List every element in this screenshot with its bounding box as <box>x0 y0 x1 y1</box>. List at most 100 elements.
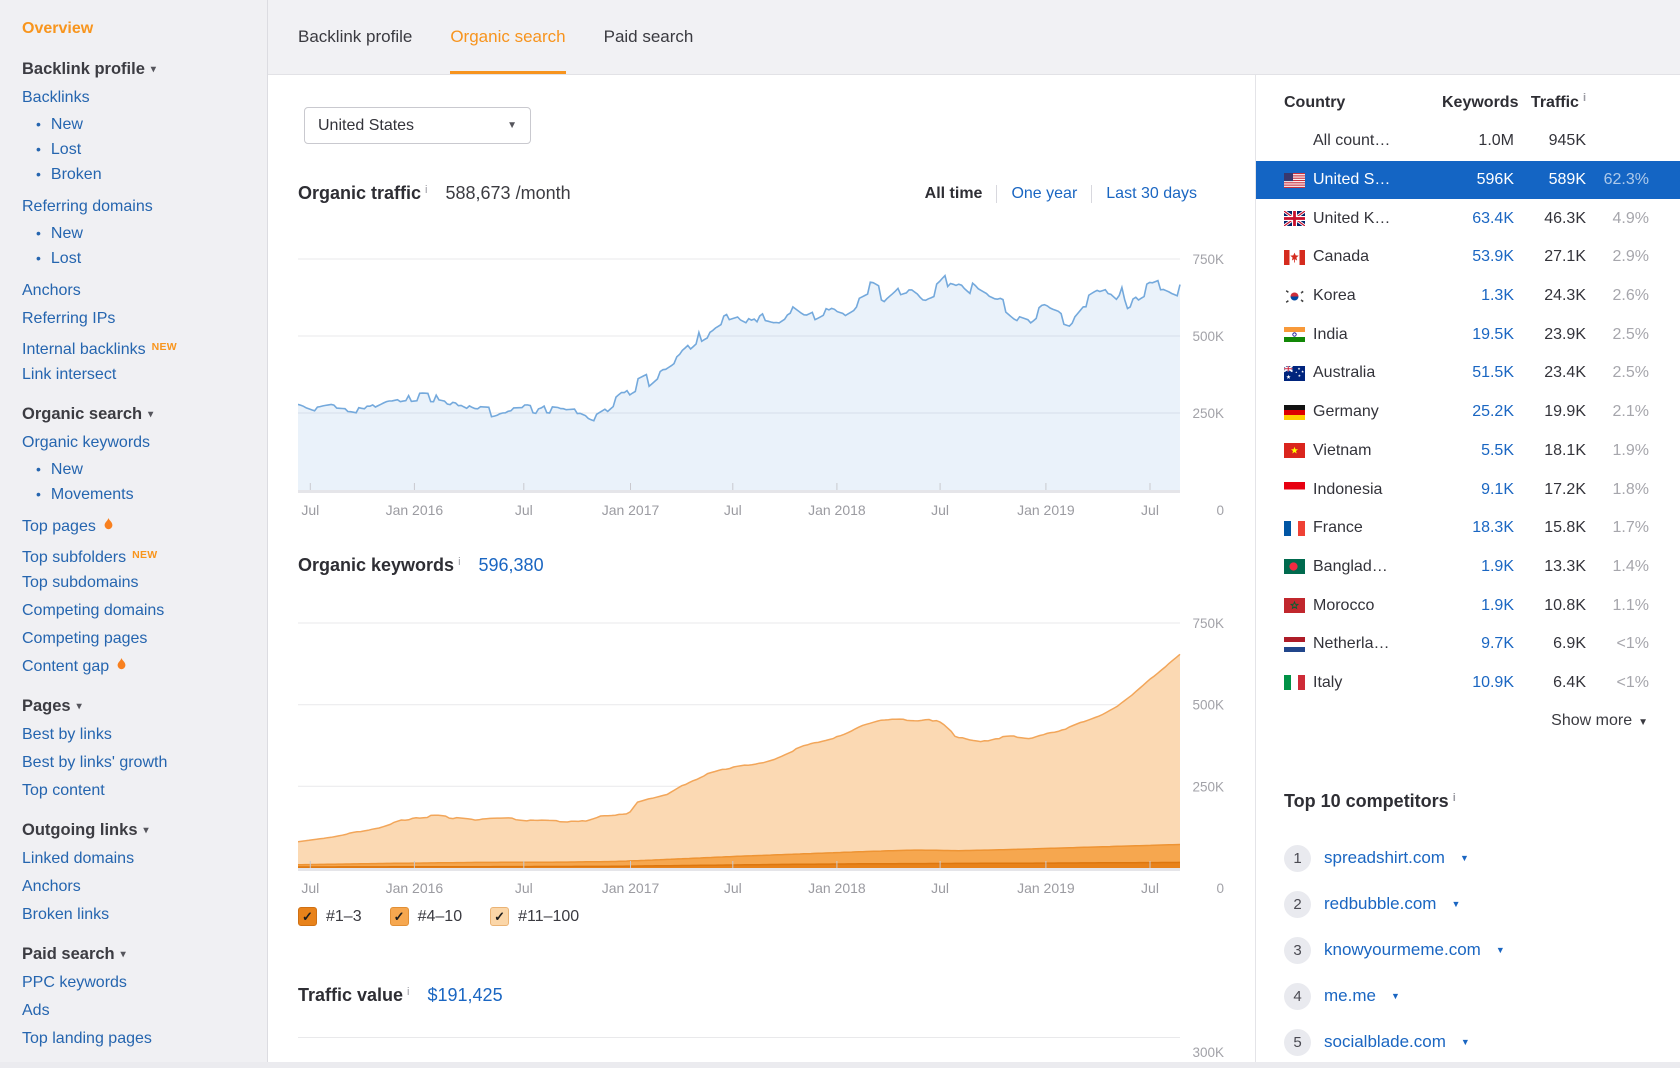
country-row-vietnam[interactable]: Vietnam5.5K18.1K1.9% <box>1256 432 1680 471</box>
sidebar-item-organic-keywords[interactable]: Organic keywords <box>22 429 267 457</box>
country-row-all-count[interactable]: All count…1.0M945K <box>1256 122 1680 161</box>
traffic-value-amount[interactable]: $191,425 <box>428 985 503 1006</box>
sidebar-item-anchors[interactable]: Anchors <box>22 873 267 901</box>
sidebar-item-referring-ips[interactable]: Referring IPs <box>22 305 267 333</box>
info-icon[interactable]: i <box>425 184 427 196</box>
sidebar-item-competing-domains[interactable]: Competing domains <box>22 597 267 625</box>
traffic-share-percent: 2.5% <box>1586 326 1649 344</box>
info-icon[interactable]: i <box>458 556 460 568</box>
chevron-down-icon[interactable]: ▼ <box>1496 945 1505 955</box>
chevron-down-icon[interactable]: ▼ <box>1391 991 1400 1001</box>
tab-organic-search[interactable]: Organic search <box>450 0 565 74</box>
keywords-value[interactable]: 9.7K <box>1442 635 1514 653</box>
sidebar-item-linked-domains[interactable]: Linked domains <box>22 845 267 873</box>
sidebar-item-content-gap[interactable]: Content gap <box>22 653 267 681</box>
competitor-domain-link[interactable]: spreadshirt.com <box>1324 848 1445 868</box>
keywords-value[interactable]: 18.3K <box>1442 519 1514 537</box>
country-row-netherla[interactable]: Netherla…9.7K6.9K<1% <box>1256 625 1680 664</box>
checkbox-icon[interactable]: ✓ <box>298 907 317 926</box>
organic-keywords-value[interactable]: 596,380 <box>479 555 544 576</box>
position-filter-11-100[interactable]: ✓#11–100 <box>490 907 579 926</box>
sidebar-item-ads[interactable]: Ads <box>22 997 267 1025</box>
show-more-button[interactable]: Show more▼ <box>1551 712 1648 730</box>
sidebar-item-movements[interactable]: Movements <box>22 482 267 507</box>
keywords-value[interactable]: 1.9K <box>1442 597 1514 615</box>
keywords-value[interactable]: 9.1K <box>1442 481 1514 499</box>
country-stats-panel: Country Keywords Traffici All count…1.0M… <box>1255 75 1680 1068</box>
tab-backlink-profile[interactable]: Backlink profile <box>298 0 412 74</box>
sidebar-item-top-landing-pages[interactable]: Top landing pages <box>22 1025 267 1053</box>
time-filter-all-time[interactable]: All time <box>925 185 983 203</box>
sidebar-item-paid-search[interactable]: Paid search▾ <box>22 939 267 969</box>
sidebar-item-new[interactable]: New <box>22 112 267 137</box>
country-row-morocco[interactable]: Morocco1.9K10.8K1.1% <box>1256 586 1680 625</box>
country-name: All count… <box>1313 132 1390 150</box>
sidebar-item-lost[interactable]: Lost <box>22 137 267 162</box>
sidebar-item-top-pages[interactable]: Top pages <box>22 513 267 541</box>
keywords-value[interactable]: 1.9K <box>1442 558 1514 576</box>
chevron-down-icon[interactable]: ▼ <box>1461 1037 1470 1047</box>
info-icon[interactable]: i <box>407 986 409 998</box>
sidebar-item-top-content[interactable]: Top content <box>22 777 267 805</box>
sidebar-item-new[interactable]: New <box>22 457 267 482</box>
keywords-value[interactable]: 1.3K <box>1442 287 1514 305</box>
position-filter-1-3[interactable]: ✓#1–3 <box>298 907 362 926</box>
checkbox-icon[interactable]: ✓ <box>390 907 409 926</box>
keywords-value[interactable]: 5.5K <box>1442 442 1514 460</box>
country-row-united-k[interactable]: United K…63.4K46.3K4.9% <box>1256 199 1680 238</box>
sidebar-item-referring-domains[interactable]: Referring domains <box>22 193 267 221</box>
sidebar-item-broken[interactable]: Broken <box>22 162 267 187</box>
position-filter-4-10[interactable]: ✓#4–10 <box>390 907 463 926</box>
keywords-value[interactable]: 53.9K <box>1442 248 1514 266</box>
sidebar-item-lost[interactable]: Lost <box>22 246 267 271</box>
competitor-domain-link[interactable]: socialblade.com <box>1324 1032 1446 1052</box>
country-filter-dropdown[interactable]: United States ▼ <box>304 107 531 144</box>
sidebar-item-internal-backlinks[interactable]: Internal backlinksNEW <box>22 333 267 361</box>
chevron-down-icon: ▼ <box>507 120 517 131</box>
country-row-indonesia[interactable]: Indonesia9.1K17.2K1.8% <box>1256 470 1680 509</box>
time-filter-one-year[interactable]: One year <box>1011 185 1077 203</box>
keywords-value[interactable]: 51.5K <box>1442 364 1514 382</box>
sidebar-item-pages[interactable]: Pages▾ <box>22 691 267 721</box>
info-icon[interactable]: i <box>1453 792 1456 804</box>
sidebar-item-overview[interactable]: Overview <box>22 14 267 44</box>
country-row-canada[interactable]: Canada53.9K27.1K2.9% <box>1256 238 1680 277</box>
sidebar-item-outgoing-links[interactable]: Outgoing links▾ <box>22 815 267 845</box>
sidebar-item-backlinks[interactable]: Backlinks <box>22 84 267 112</box>
sidebar-item-ppc-keywords[interactable]: PPC keywords <box>22 969 267 997</box>
keywords-value[interactable]: 19.5K <box>1442 326 1514 344</box>
keywords-value[interactable]: 63.4K <box>1442 210 1514 228</box>
checkbox-icon[interactable]: ✓ <box>490 907 509 926</box>
keywords-value[interactable]: 10.9K <box>1442 674 1514 692</box>
competitor-domain-link[interactable]: knowyourmeme.com <box>1324 940 1481 960</box>
sidebar-item-best-by-links[interactable]: Best by links <box>22 721 267 749</box>
keywords-value[interactable]: 596K <box>1442 171 1514 189</box>
country-row-banglad[interactable]: Banglad…1.9K13.3K1.4% <box>1256 548 1680 587</box>
competitor-domain-link[interactable]: redbubble.com <box>1324 894 1436 914</box>
sidebar-item-anchors[interactable]: Anchors <box>22 277 267 305</box>
country-row-france[interactable]: France18.3K15.8K1.7% <box>1256 509 1680 548</box>
time-filter-last-30-days[interactable]: Last 30 days <box>1106 185 1197 203</box>
sidebar-item-organic-search[interactable]: Organic search▾ <box>22 399 267 429</box>
sidebar-item-broken-links[interactable]: Broken links <box>22 901 267 929</box>
country-row-india[interactable]: India19.5K23.9K2.5% <box>1256 315 1680 354</box>
sidebar-item-top-subfolders[interactable]: Top subfoldersNEW <box>22 541 267 569</box>
country-row-united-s[interactable]: United S…596K589K62.3% <box>1256 161 1680 200</box>
country-row-australia[interactable]: Australia51.5K23.4K2.5% <box>1256 354 1680 393</box>
chevron-down-icon[interactable]: ▼ <box>1460 853 1469 863</box>
keywords-value[interactable]: 25.2K <box>1442 403 1514 421</box>
competitor-domain-link[interactable]: me.me <box>1324 986 1376 1006</box>
sidebar-item-best-by-links-growth[interactable]: Best by links' growth <box>22 749 267 777</box>
country-row-italy[interactable]: Italy10.9K6.4K<1% <box>1256 664 1680 703</box>
country-row-germany[interactable]: Germany25.2K19.9K2.1% <box>1256 393 1680 432</box>
sidebar-item-new[interactable]: New <box>22 221 267 246</box>
keyword-position-filters: ✓#1–3 ✓#4–10 ✓#11–100 <box>298 907 579 926</box>
chevron-down-icon[interactable]: ▼ <box>1451 899 1460 909</box>
country-row-korea[interactable]: Korea1.3K24.3K2.6% <box>1256 277 1680 316</box>
sidebar-item-competing-pages[interactable]: Competing pages <box>22 625 267 653</box>
tab-paid-search[interactable]: Paid search <box>604 0 694 74</box>
sidebar-item-link-intersect[interactable]: Link intersect <box>22 361 267 389</box>
sidebar-item-backlink-profile[interactable]: Backlink profile▾ <box>22 54 267 84</box>
ma-flag-icon <box>1284 598 1305 613</box>
sidebar-item-top-subdomains[interactable]: Top subdomains <box>22 569 267 597</box>
